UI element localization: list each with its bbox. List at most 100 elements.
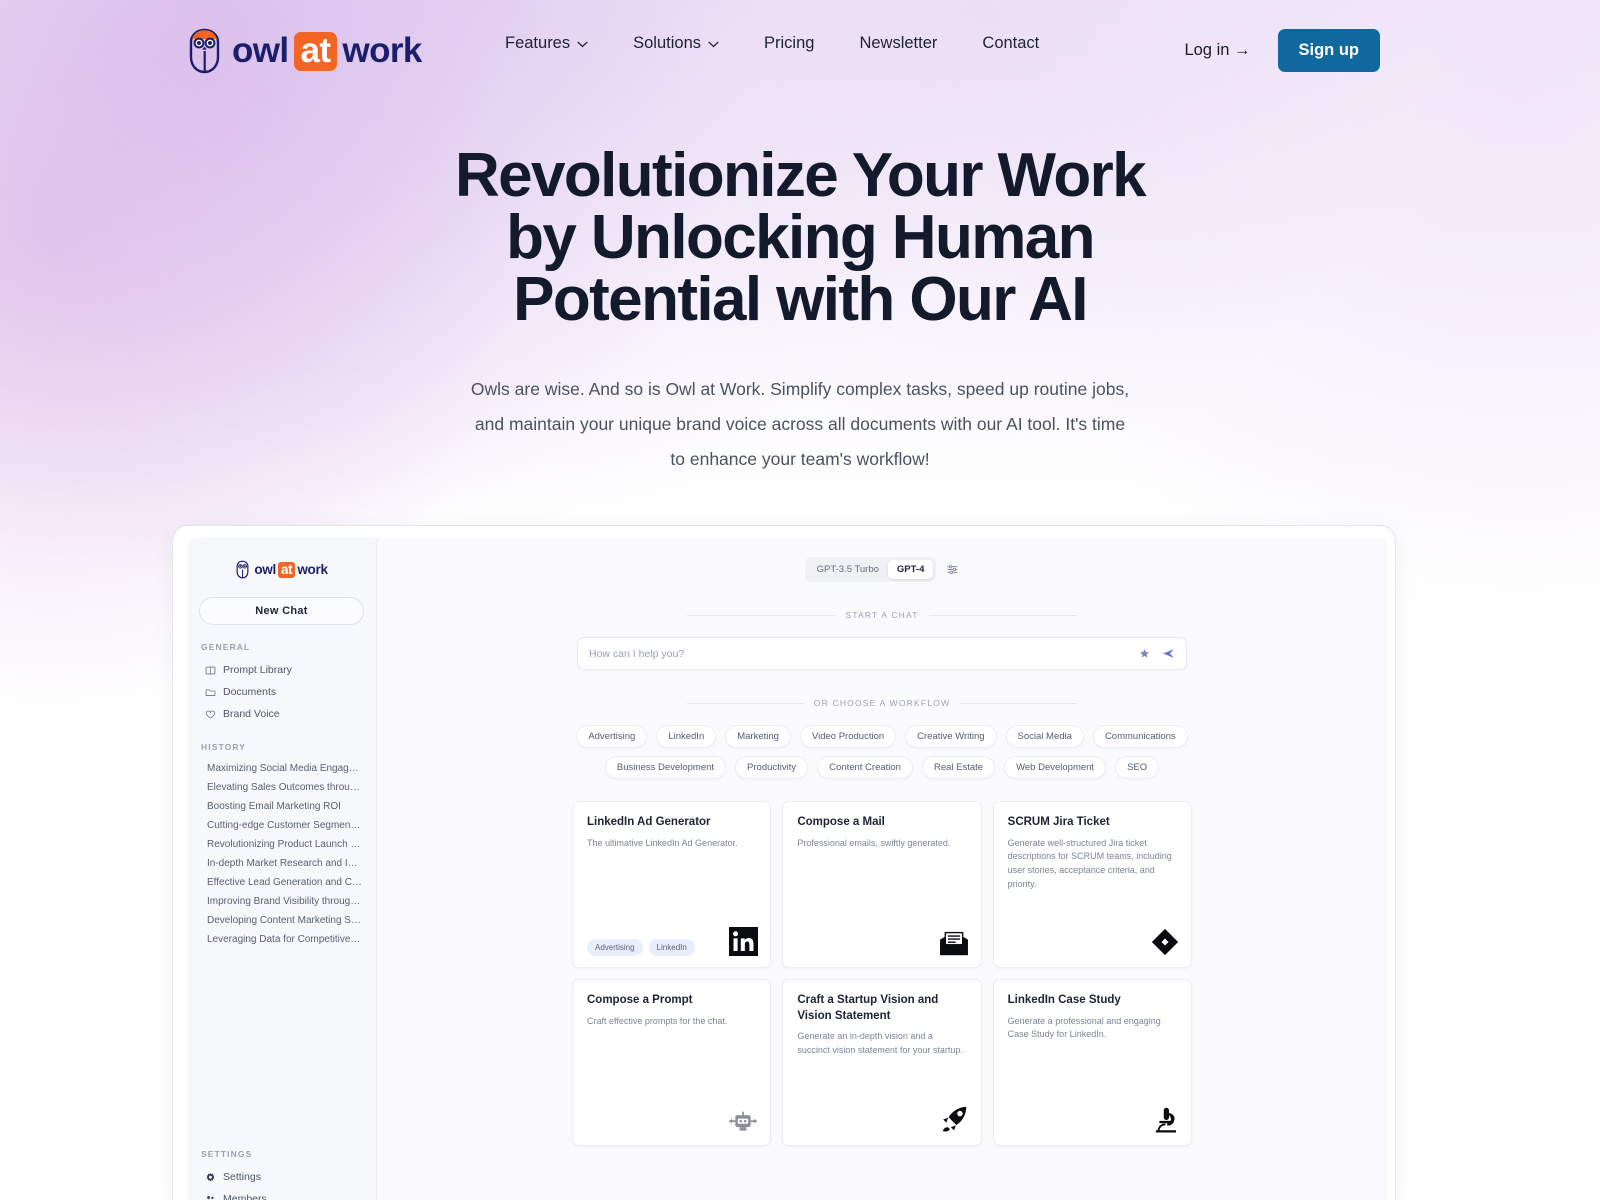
nav-item-newsletter[interactable]: Newsletter xyxy=(859,34,937,53)
card-footer: Advertising LinkedIn xyxy=(587,927,759,956)
brand-name-part1: owl xyxy=(254,562,276,577)
workflow-label: OR CHOOSE A WORKFLOW xyxy=(813,698,951,708)
chat-input-container[interactable]: How can I help you? xyxy=(577,637,1187,670)
list-item[interactable]: Improving Brand Visibility through D... xyxy=(199,892,362,911)
chevron-down-icon xyxy=(577,41,588,48)
brand-name-part1: owl xyxy=(232,31,289,70)
book-icon xyxy=(205,666,216,674)
settings-sliders-icon[interactable] xyxy=(946,563,959,576)
send-icon[interactable] xyxy=(1162,647,1175,660)
star-icon[interactable] xyxy=(1139,648,1150,659)
card-footer xyxy=(797,1105,968,1134)
brand-name-part2: work xyxy=(297,562,328,577)
workflow-card-startup-vision[interactable]: Craft a Startup Vision and Vision Statem… xyxy=(782,979,982,1146)
brand-wordmark: owl at work xyxy=(232,31,422,71)
site-header: owl at work Features Solutions Pricing N… xyxy=(0,0,1600,102)
workflow-chip-communications[interactable]: Communications xyxy=(1092,725,1188,748)
workflow-chip-real-estate[interactable]: Real Estate xyxy=(921,756,996,779)
list-item[interactable]: In-depth Market Research and Insights xyxy=(199,854,362,873)
card-title: Craft a Startup Vision and Vision Statem… xyxy=(797,994,939,1022)
sidebar-item-documents[interactable]: Documents xyxy=(199,681,364,703)
sidebar-item-settings[interactable]: Settings xyxy=(199,1166,364,1188)
hero-subtitle: Owls are wise. And so is Owl at Work. Si… xyxy=(470,379,1130,469)
folder-icon xyxy=(205,688,216,696)
sidebar-item-brand-voice[interactable]: Brand Voice xyxy=(199,703,364,725)
nav-item-solutions[interactable]: Solutions xyxy=(633,34,719,53)
new-chat-button[interactable]: New Chat xyxy=(199,597,364,625)
card-title: SCRUM Jira Ticket xyxy=(1007,816,1110,828)
workflow-card-linkedin-ad-generator[interactable]: LinkedIn Ad Generator The ultimative Lin… xyxy=(572,801,772,968)
workflow-chip-seo[interactable]: SEO xyxy=(1115,756,1160,779)
card-title: Compose a Prompt xyxy=(587,994,693,1006)
workflow-chip-business-development[interactable]: Business Development xyxy=(604,756,727,779)
list-item[interactable]: Effective Lead Generation and Conv... xyxy=(199,873,362,892)
auth-actions: Log in → Sign up xyxy=(1184,29,1380,72)
nav-label: Features xyxy=(505,34,571,52)
model-segmented-control: GPT-3.5 Turbo GPT-4 xyxy=(804,557,937,582)
rocket-icon xyxy=(940,1105,969,1134)
workflow-card-linkedin-case-study[interactable]: LinkedIn Case Study Generate a professio… xyxy=(992,979,1192,1146)
sidebar-item-members[interactable]: Members xyxy=(199,1188,364,1200)
landing-page: owl at work Features Solutions Pricing N… xyxy=(0,0,1600,1200)
workflow-chip-advertising[interactable]: Advertising xyxy=(576,725,648,748)
card-footer xyxy=(587,1110,758,1134)
card-title: LinkedIn Case Study xyxy=(1007,994,1121,1006)
brand-name-at: at xyxy=(293,31,338,71)
app-main-panel: GPT-3.5 Turbo GPT-4 START A CHAT How can… xyxy=(377,538,1387,1200)
workflow-chip-social-media[interactable]: Social Media xyxy=(1005,725,1084,748)
workflow-card-compose-a-mail[interactable]: Compose a Mail Professional emails, swif… xyxy=(782,801,982,968)
brand-name-at: at xyxy=(277,561,296,578)
card-tag: LinkedIn xyxy=(648,939,695,956)
sidebar-item-label: Settings xyxy=(223,1171,261,1183)
list-item[interactable]: Elevating Sales Outcomes through D... xyxy=(199,778,362,797)
sidebar-item-label: Brand Voice xyxy=(223,708,280,720)
owl-logo-icon xyxy=(189,28,220,74)
workflow-chip-video-production[interactable]: Video Production xyxy=(799,725,897,748)
workflow-chip-productivity[interactable]: Productivity xyxy=(735,756,809,779)
divider-line-left xyxy=(687,702,804,704)
sidebar-section-general-label: GENERAL xyxy=(201,642,251,652)
nav-item-pricing[interactable]: Pricing xyxy=(764,34,814,53)
sidebar-item-prompt-library[interactable]: Prompt Library xyxy=(199,659,364,681)
brand-logo[interactable]: owl at work xyxy=(186,27,422,75)
list-item[interactable]: Maximizing Social Media Engageme... xyxy=(199,759,362,778)
card-description: Craft effective prompts for the chat. xyxy=(587,1015,728,1026)
model-selector-bar: GPT-3.5 Turbo GPT-4 xyxy=(377,557,1387,582)
card-footer xyxy=(1008,1106,1179,1134)
chat-input[interactable]: How can I help you? xyxy=(589,648,1127,660)
sidebar-brand-logo[interactable]: owl at work xyxy=(199,560,364,579)
linkedin-icon xyxy=(729,927,759,956)
signup-button[interactable]: Sign up xyxy=(1277,29,1380,72)
workflow-chip-linkedin[interactable]: LinkedIn xyxy=(656,725,717,748)
nav-item-contact[interactable]: Contact xyxy=(982,34,1039,53)
diamond-icon xyxy=(1151,928,1179,956)
workflow-chip-marketing[interactable]: Marketing xyxy=(725,725,791,748)
workflow-chip-web-development[interactable]: Web Development xyxy=(1004,756,1107,779)
sidebar-settings-section: SETTINGS Settings Members xyxy=(199,1149,364,1200)
hero-title-line-2: by Unlocking Human xyxy=(506,203,1095,272)
model-option-gpt35[interactable]: GPT-3.5 Turbo xyxy=(808,560,888,579)
owl-logo-icon xyxy=(236,560,249,579)
people-icon xyxy=(206,1195,215,1200)
list-item[interactable]: Boosting Email Marketing ROI xyxy=(199,797,362,816)
nav-item-features[interactable]: Features xyxy=(505,34,588,53)
workflow-chip-content-creation[interactable]: Content Creation xyxy=(817,756,913,779)
workflow-card-compose-a-prompt[interactable]: Compose a Prompt Craft effective prompts… xyxy=(572,979,772,1146)
workflow-card-scrum-jira-ticket[interactable]: SCRUM Jira Ticket Generate well-structur… xyxy=(992,801,1192,968)
history-list: Maximizing Social Media Engageme... Elev… xyxy=(199,759,364,949)
card-description: Professional emails, swiftly generated. xyxy=(797,837,951,848)
workflow-divider: OR CHOOSE A WORKFLOW xyxy=(687,698,1077,708)
list-item[interactable]: Leveraging Data for Competitive An... xyxy=(199,930,362,949)
sidebar-section-history-label: HISTORY xyxy=(201,742,247,752)
brand-name-part2: work xyxy=(342,31,422,70)
workflow-chip-creative-writing[interactable]: Creative Writing xyxy=(905,725,997,748)
sidebar-section-settings-label: SETTINGS xyxy=(201,1149,253,1159)
model-option-gpt4[interactable]: GPT-4 xyxy=(887,560,934,579)
start-chat-label: START A CHAT xyxy=(845,610,919,620)
heart-icon xyxy=(205,710,216,719)
list-item[interactable]: Revolutionizing Product Launch Strat... xyxy=(199,835,362,854)
workflow-cards-grid: LinkedIn Ad Generator The ultimative Lin… xyxy=(572,801,1192,1146)
login-link[interactable]: Log in → xyxy=(1184,41,1250,60)
list-item[interactable]: Developing Content Marketing Strat... xyxy=(199,911,362,930)
list-item[interactable]: Cutting-edge Customer Segmentatio... xyxy=(199,816,362,835)
